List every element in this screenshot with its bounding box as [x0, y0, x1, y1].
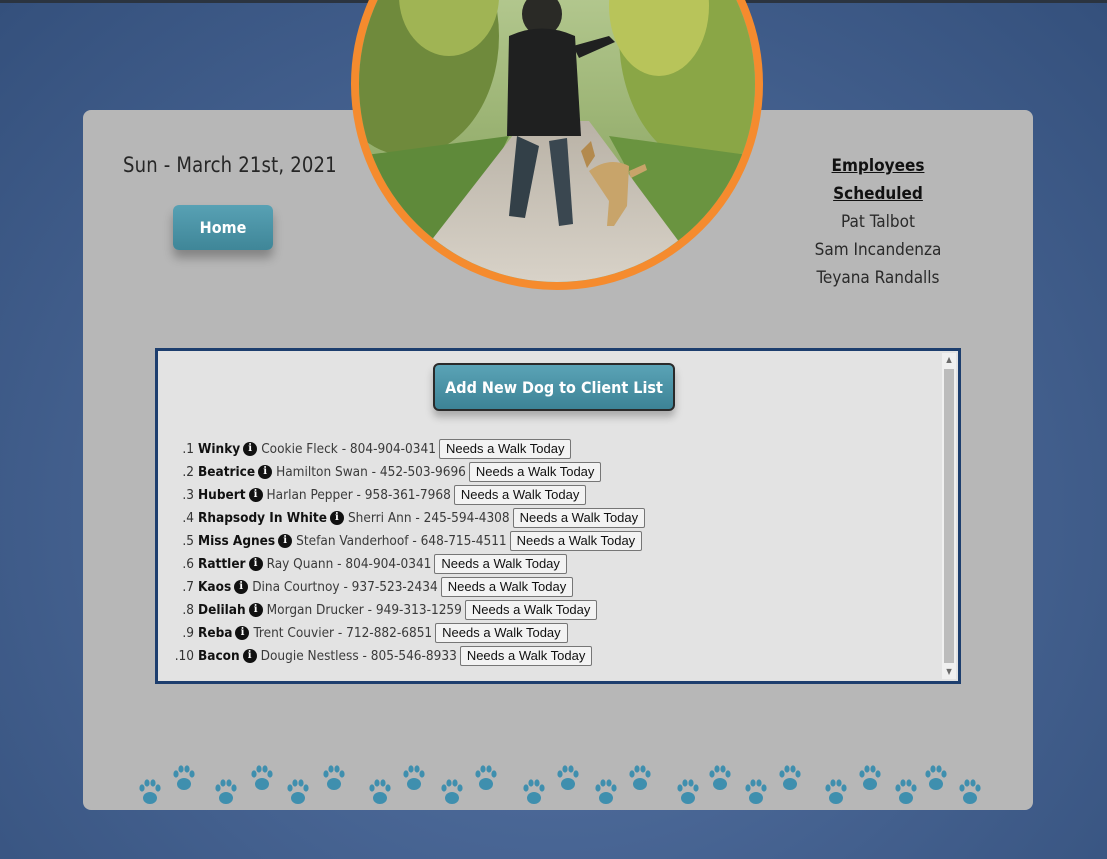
home-button[interactable]: Home	[173, 205, 273, 250]
employee-name: Teyana Randalls	[816, 268, 940, 288]
list-number: 6.	[182, 555, 194, 572]
add-new-dog-button[interactable]: Add New Dog to Client List	[433, 363, 675, 411]
info-icon[interactable]: i	[243, 441, 258, 456]
panel-scrollbar[interactable]: ▲ ▼	[942, 353, 956, 679]
paw-icon	[215, 779, 237, 804]
dog-name: Winky	[198, 440, 241, 457]
dog-name: Bacon	[198, 647, 240, 664]
employees-title: Employees Scheduled	[831, 156, 925, 204]
needs-walk-button[interactable]: Needs a Walk Today	[464, 599, 598, 620]
paw-icon	[557, 765, 579, 790]
owner-contact: Hamilton Swan - 452-503-9696	[276, 463, 466, 480]
paw-icon	[677, 779, 699, 804]
needs-walk-button[interactable]: Needs a Walk Today	[438, 438, 572, 459]
paw-icon	[779, 765, 801, 790]
employee-name: Pat Talbot	[841, 212, 915, 232]
list-number: 3.	[182, 486, 194, 503]
list-number: 10.	[174, 647, 194, 664]
paw-icon	[441, 779, 463, 804]
paw-icon	[825, 779, 847, 804]
dog-name: Miss Agnes	[198, 532, 276, 549]
paw-icon	[323, 765, 345, 790]
scroll-thumb[interactable]	[944, 369, 954, 663]
dog-name: Hubert	[198, 486, 246, 503]
info-icon[interactable]: i	[258, 464, 273, 479]
dog-name: Kaos	[198, 578, 232, 595]
owner-contact: Sherri Ann - 245-594-4308	[347, 509, 510, 526]
list-number: 5.	[182, 532, 194, 549]
list-item: 6. Rattler i Ray Quann - 804-904-0341 Ne…	[182, 552, 645, 575]
list-item: 1. Winky i Cookie Fleck - 804-904-0341 N…	[182, 437, 645, 460]
dog-client-list: 1. Winky i Cookie Fleck - 804-904-0341 N…	[175, 437, 646, 667]
paw-icon	[709, 765, 731, 790]
owner-contact: Dougie Nestless - 805-546-8933	[260, 647, 457, 664]
list-item: 2. Beatrice i Hamilton Swan - 452-503-96…	[182, 460, 645, 483]
owner-contact: Morgan Drucker - 949-313-1259	[266, 601, 462, 618]
paw-icon	[287, 779, 309, 804]
paw-icon	[403, 765, 425, 790]
owner-contact: Dina Courtnoy - 937-523-2434	[252, 578, 438, 595]
owner-contact: Ray Quann - 804-904-0341	[266, 555, 432, 572]
needs-walk-button[interactable]: Needs a Walk Today	[453, 484, 587, 505]
current-date: Sun - March 21st, 2021	[123, 153, 337, 177]
needs-walk-button[interactable]: Needs a Walk Today	[459, 645, 593, 666]
dog-name: Delilah	[198, 601, 246, 618]
owner-contact: Stefan Vanderhoof - 648-715-4511	[296, 532, 507, 549]
employees-scheduled: Employees Scheduled Pat Talbot Sam Incan…	[788, 152, 968, 292]
needs-walk-button[interactable]: Needs a Walk Today	[468, 461, 602, 482]
paw-icon	[369, 779, 391, 804]
list-number: 9.	[182, 624, 194, 641]
info-icon[interactable]: i	[329, 510, 344, 525]
paw-icon	[629, 765, 651, 790]
employee-name: Sam Incandenza	[814, 240, 942, 260]
list-item: 10. Bacon i Dougie Nestless - 805-546-89…	[175, 644, 645, 667]
info-icon[interactable]: i	[278, 533, 293, 548]
list-item: 9. Reba i Trent Couvier - 712-882-6851 N…	[182, 621, 645, 644]
info-icon[interactable]: i	[248, 487, 263, 502]
list-number: 2.	[182, 463, 194, 480]
info-icon[interactable]: i	[242, 648, 257, 663]
needs-walk-button[interactable]: Needs a Walk Today	[434, 553, 567, 574]
paw-icon	[959, 779, 981, 804]
needs-walk-button[interactable]: Needs a Walk Today	[435, 622, 568, 643]
owner-contact: Trent Couvier - 712-882-6851	[253, 624, 433, 641]
paw-icon	[745, 779, 767, 804]
info-icon[interactable]: i	[234, 579, 249, 594]
paw-icon	[251, 765, 273, 790]
paw-icon	[475, 765, 497, 790]
info-icon[interactable]: i	[248, 602, 263, 617]
dog-name: Rattler	[198, 555, 246, 572]
list-item: 3. Hubert i Harlan Pepper - 958-361-7968…	[182, 483, 645, 506]
paw-icon	[925, 765, 947, 790]
list-item: 4. Rhapsody In White i Sherri Ann - 245-…	[182, 506, 646, 529]
list-number: 8.	[182, 601, 194, 618]
dog-name: Beatrice	[198, 463, 256, 480]
list-item: 8. Delilah i Morgan Drucker - 949-313-12…	[182, 598, 645, 621]
info-icon[interactable]: i	[248, 556, 263, 571]
paw-icon	[859, 765, 881, 790]
paw-icon	[139, 779, 161, 804]
list-number: 1.	[182, 440, 194, 457]
paw-icon	[523, 779, 545, 804]
paw-prints-decoration	[139, 765, 981, 804]
list-number: 7.	[182, 578, 194, 595]
dog-name: Reba	[198, 624, 233, 641]
owner-contact: Cookie Fleck - 804-904-0341	[261, 440, 436, 457]
list-number: 4.	[182, 509, 194, 526]
logo-text: WALKIES	[373, 0, 745, 16]
scroll-down-arrow-icon[interactable]: ▼	[942, 665, 956, 679]
needs-walk-button[interactable]: Needs a Walk Today	[440, 576, 574, 597]
scroll-up-arrow-icon[interactable]: ▲	[942, 353, 956, 367]
dog-name: Rhapsody In White	[198, 509, 327, 526]
paw-icon	[595, 779, 617, 804]
list-item: 5. Miss Agnes i Stefan Vanderhoof - 648-…	[182, 529, 645, 552]
needs-walk-button[interactable]: Needs a Walk Today	[512, 507, 646, 528]
owner-contact: Harlan Pepper - 958-361-7968	[266, 486, 451, 503]
client-list-panel: Add New Dog to Client List 1. Winky i Co…	[155, 348, 961, 684]
paw-icon	[895, 779, 917, 804]
info-icon[interactable]: i	[235, 625, 250, 640]
paw-icon	[173, 765, 195, 790]
list-item: 7. Kaos i Dina Courtnoy - 937-523-2434 N…	[182, 575, 645, 598]
needs-walk-button[interactable]: Needs a Walk Today	[509, 530, 643, 551]
